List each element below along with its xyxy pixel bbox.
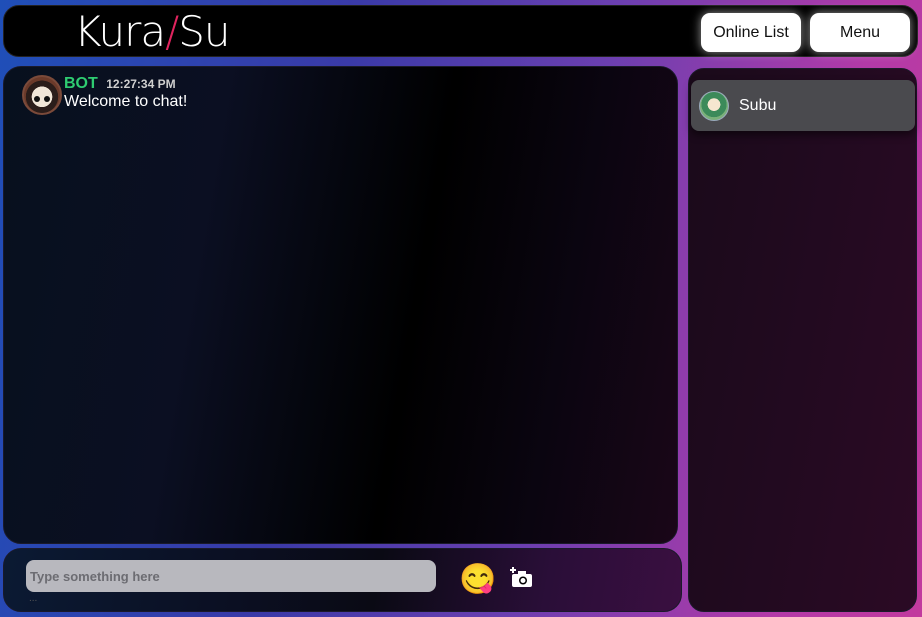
chat-message: BOT 12:27:34 PM Welcome to chat! bbox=[22, 75, 187, 115]
message-text: Welcome to chat! bbox=[64, 93, 188, 110]
avatar bbox=[699, 90, 729, 121]
avatar bbox=[22, 75, 62, 115]
camera-add-icon[interactable] bbox=[509, 567, 535, 594]
message-input-bar: ... 😋 bbox=[3, 548, 682, 612]
message-timestamp: 12:27:34 PM bbox=[106, 77, 176, 91]
emoji-icon[interactable]: 😋 bbox=[459, 563, 496, 597]
menu-button[interactable]: Menu bbox=[810, 13, 910, 52]
message-input[interactable] bbox=[26, 560, 436, 592]
logo: Kura/Su bbox=[74, 7, 231, 56]
online-users-panel: Subu bbox=[688, 68, 917, 612]
message-author: BOT bbox=[64, 75, 98, 92]
typing-indicator: ... bbox=[29, 593, 38, 604]
online-user-item[interactable]: Subu bbox=[691, 80, 915, 131]
online-list-button[interactable]: Online List bbox=[701, 13, 801, 52]
online-user-name: Subu bbox=[739, 96, 777, 114]
top-bar: Kura/Su Online List Menu bbox=[3, 5, 918, 57]
chat-messages-panel[interactable]: BOT 12:27:34 PM Welcome to chat! bbox=[3, 66, 678, 544]
